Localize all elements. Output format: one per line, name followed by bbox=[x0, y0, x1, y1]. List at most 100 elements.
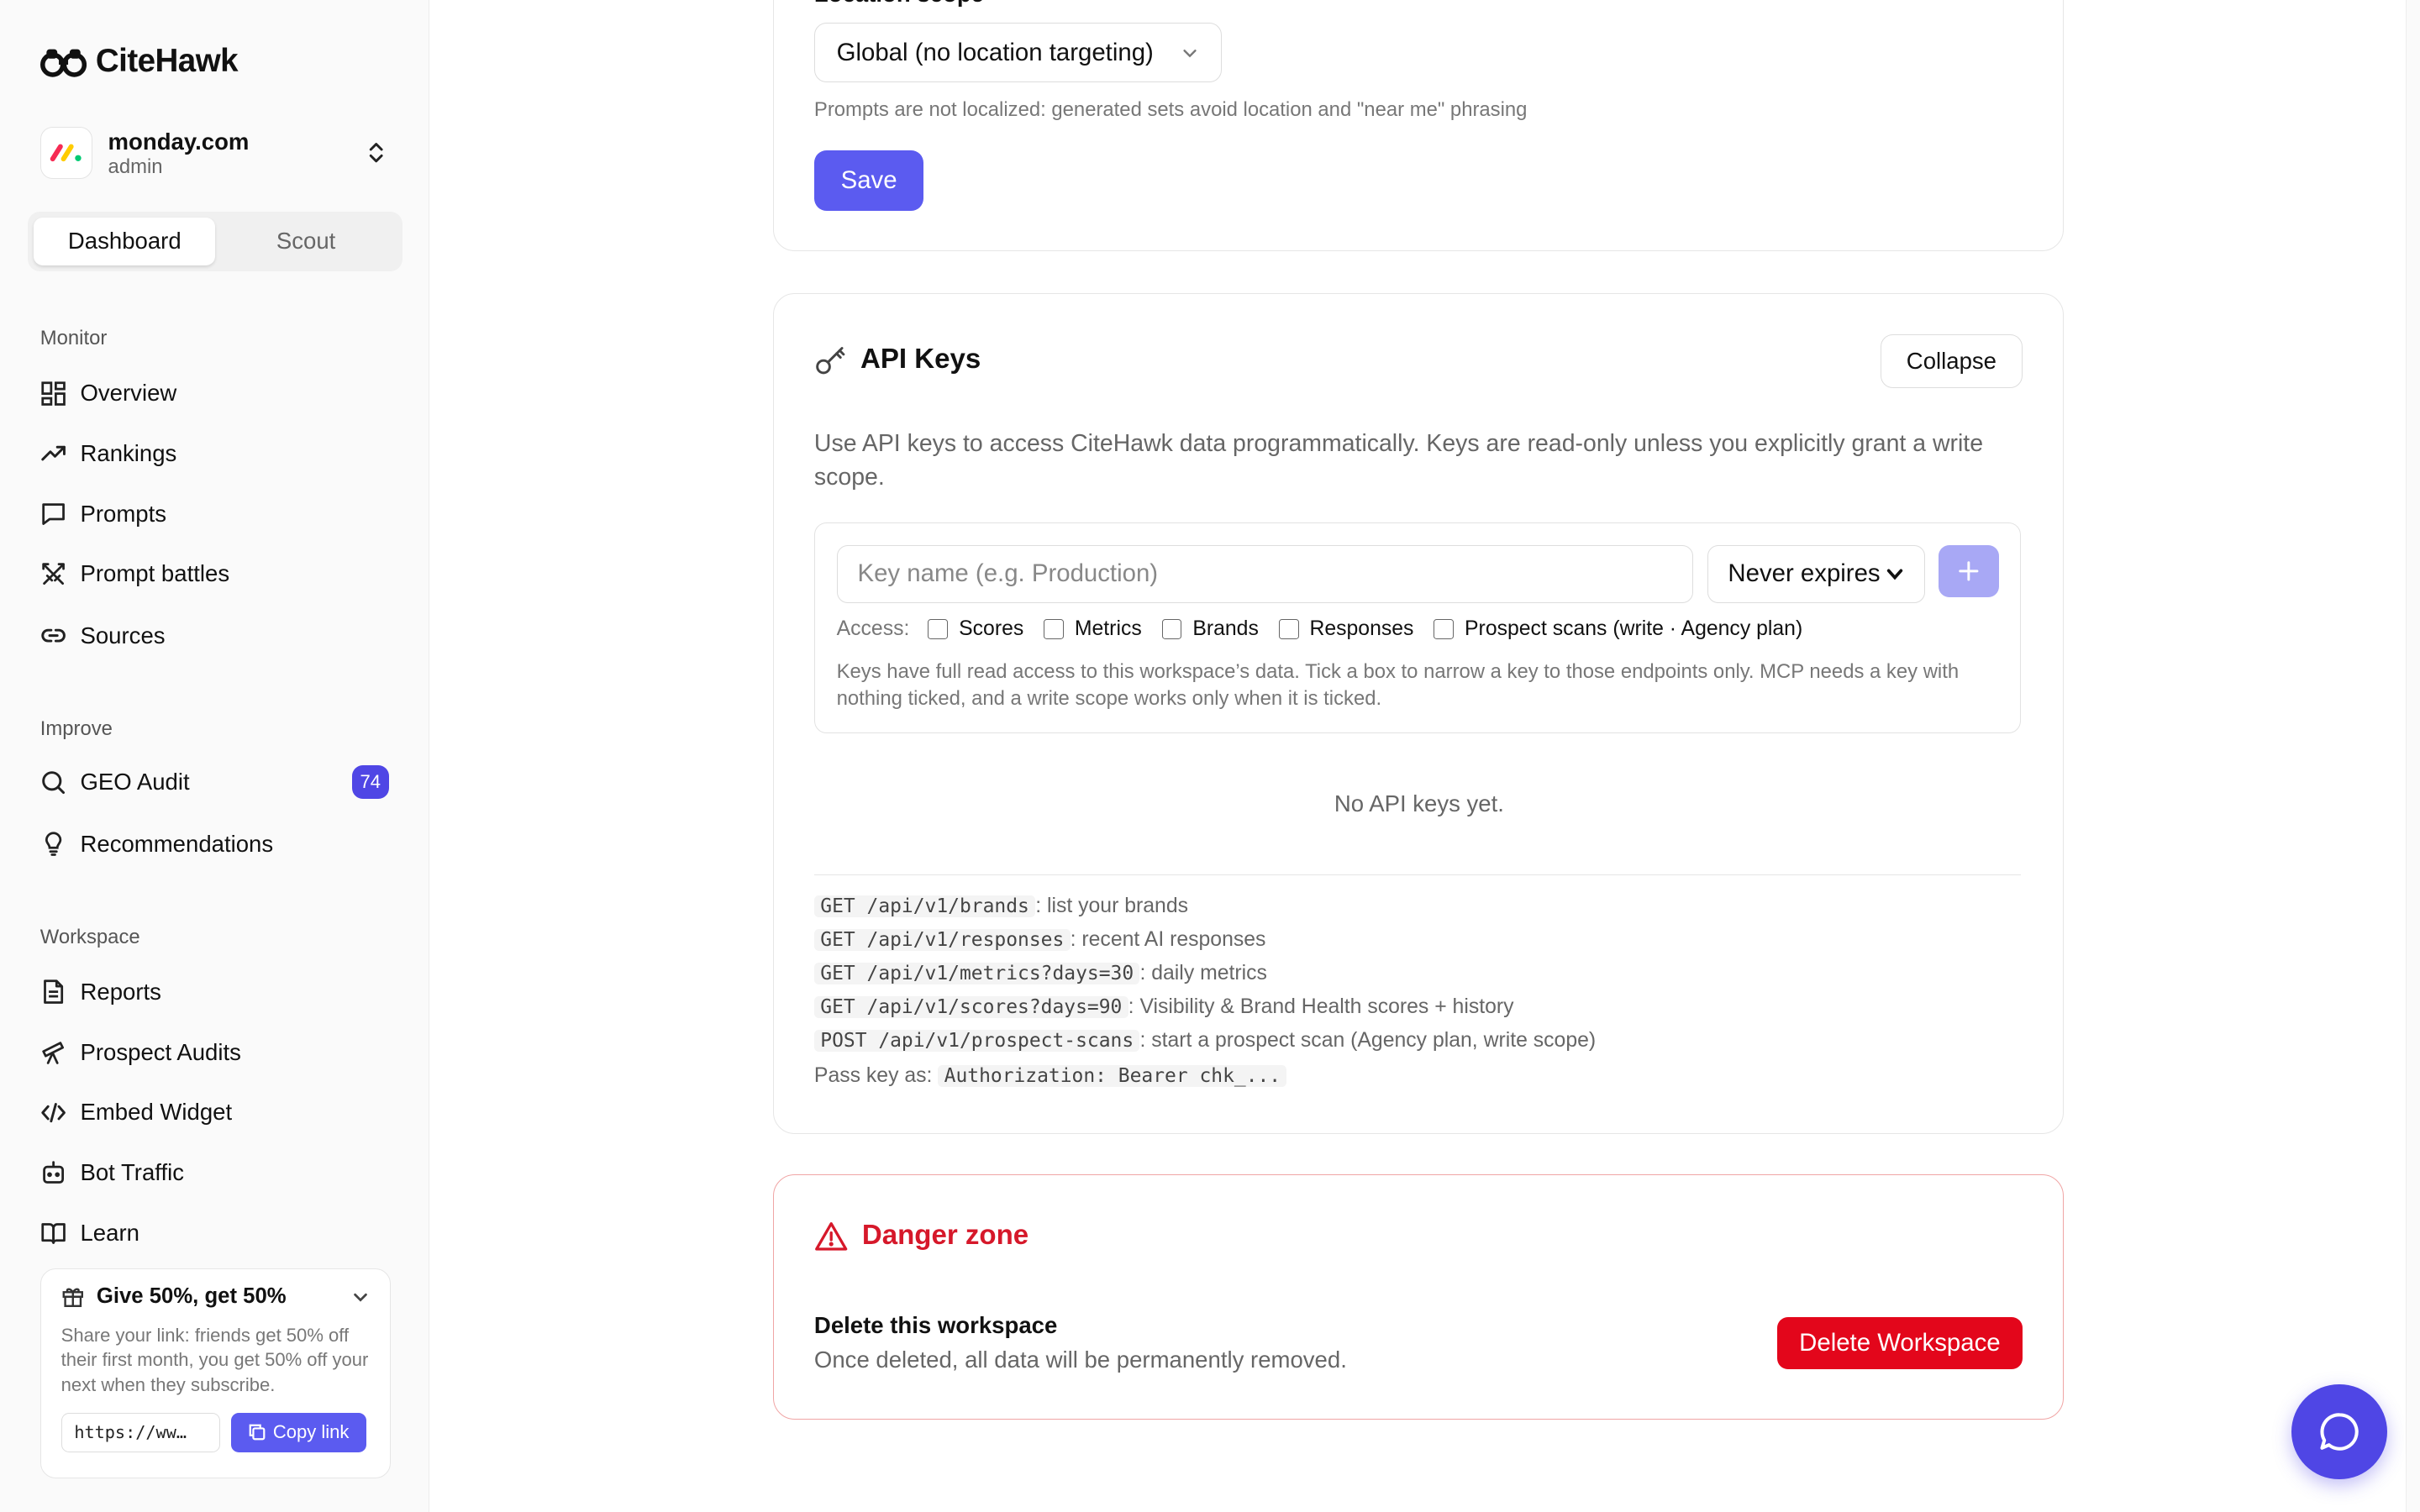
endpoint-item: GET /api/v1/metrics?days=30: daily metri… bbox=[813, 957, 1596, 990]
sidebar-item-reports[interactable]: Reports bbox=[40, 970, 398, 1013]
auth-hint: Pass key as: Authorization: Bearer chk_.… bbox=[814, 1064, 1596, 1088]
sidebar-item-prompt-battles[interactable]: Prompt battles bbox=[40, 553, 398, 596]
chat-button[interactable] bbox=[2291, 1383, 2388, 1480]
telescope-icon bbox=[42, 1042, 64, 1064]
sidebar-item-overview[interactable]: Overview bbox=[40, 372, 398, 415]
sidebar-item-learn[interactable]: Learn bbox=[40, 1211, 398, 1254]
book-open-icon bbox=[41, 1223, 66, 1244]
chevron-down-icon bbox=[1886, 569, 1902, 580]
api-keys-heading: API Keys bbox=[814, 344, 981, 376]
app-logo[interactable]: CiteHawk bbox=[39, 43, 239, 80]
app-name: CiteHawk bbox=[95, 43, 239, 80]
sidebar-item-label: Prompt battles bbox=[80, 560, 230, 587]
swords-icon bbox=[42, 562, 65, 585]
create-key-form: Never expires Access: Scores Metrics Bra… bbox=[813, 522, 2022, 734]
scope-note: Keys have full read access to this works… bbox=[836, 660, 1960, 710]
grid-icon bbox=[41, 381, 66, 406]
mode-switch: Dashboard Scout bbox=[28, 211, 403, 272]
endpoint-item: POST /api/v1/prospect-scans: start a pro… bbox=[813, 1024, 1596, 1058]
sidebar-item-label: Bot Traffic bbox=[80, 1158, 184, 1185]
sidebar-item-label: Embed Widget bbox=[80, 1099, 233, 1126]
api-keys-description: Use API keys to access CiteHawk data pro… bbox=[813, 429, 1984, 491]
sidebar-item-embed-widget[interactable]: Embed Widget bbox=[40, 1091, 398, 1134]
promo-description: Share your link: friends get 50% off the… bbox=[60, 1325, 369, 1395]
lightbulb-icon bbox=[45, 832, 62, 856]
sidebar-item-label: Reports bbox=[80, 978, 161, 1005]
empty-state: No API keys yet. bbox=[1334, 790, 1504, 817]
message-square-icon bbox=[42, 503, 65, 525]
copy-link-button[interactable]: Copy link bbox=[230, 1412, 367, 1453]
scope-scores-checkbox[interactable]: Scores bbox=[928, 617, 1023, 641]
key-name-input[interactable] bbox=[836, 544, 1693, 604]
sidebar-item-label: Prompts bbox=[80, 500, 167, 527]
chevron-down-icon bbox=[1183, 49, 1197, 57]
sidebar-item-label: Rankings bbox=[80, 439, 177, 466]
location-scope-select[interactable]: Global (no location targeting) bbox=[813, 22, 1222, 83]
delete-workspace-title: Delete this workspace bbox=[813, 1312, 1058, 1339]
chevrons-up-down-icon bbox=[370, 143, 384, 163]
referral-link-field[interactable]: https://ww… bbox=[60, 1412, 220, 1453]
divider bbox=[813, 874, 2022, 876]
scope-brands-checkbox[interactable]: Brands bbox=[1161, 617, 1259, 641]
key-icon bbox=[816, 346, 845, 375]
page: CiteHawk monday.com admin Dashboard Scou… bbox=[0, 0, 2420, 1512]
file-text-icon bbox=[43, 979, 63, 1005]
referral-promo: Give 50%, get 50% Share your link: frien… bbox=[39, 1268, 391, 1478]
endpoint-item: GET /api/v1/scores?days=90: Visibility &… bbox=[813, 990, 1596, 1024]
tab-scout[interactable]: Scout bbox=[215, 218, 397, 265]
search-icon bbox=[41, 770, 65, 794]
workspace-name: monday.com bbox=[108, 128, 250, 155]
scope-metrics-checkbox[interactable]: Metrics bbox=[1044, 617, 1142, 641]
expiry-select[interactable]: Never expires bbox=[1707, 544, 1925, 604]
binoculars-icon bbox=[39, 49, 87, 77]
api-keys-card: API Keys Collapse Use API keys to access… bbox=[773, 292, 2064, 1134]
chat-bubble-icon bbox=[2320, 1413, 2359, 1451]
section-workspace: Workspace bbox=[39, 926, 140, 949]
scope-prospect-scans-checkbox[interactable]: Prospect scans (write · Agency plan) bbox=[1434, 617, 1802, 641]
sidebar-item-label: Prospect Audits bbox=[80, 1038, 241, 1065]
workspace-role: admin bbox=[108, 155, 163, 178]
promo-toggle[interactable]: Give 50%, get 50% bbox=[61, 1283, 370, 1310]
sidebar-item-sources[interactable]: Sources bbox=[40, 614, 398, 657]
page-scrollbar[interactable] bbox=[2406, 0, 2420, 1512]
scope-responses-checkbox[interactable]: Responses bbox=[1278, 617, 1413, 641]
copy-icon bbox=[250, 1425, 266, 1441]
sidebar-item-geo-audit[interactable]: GEO Audit 74 bbox=[40, 760, 398, 803]
delete-workspace-button[interactable]: Delete Workspace bbox=[1776, 1316, 2023, 1370]
workspace-avatar bbox=[39, 126, 93, 180]
section-improve: Improve bbox=[39, 717, 113, 741]
tab-dashboard[interactable]: Dashboard bbox=[34, 217, 216, 265]
add-key-button[interactable] bbox=[1939, 544, 1999, 597]
bot-icon bbox=[42, 1161, 64, 1184]
sidebar: CiteHawk monday.com admin Dashboard Scou… bbox=[0, 0, 429, 1512]
collapse-button[interactable]: Collapse bbox=[1880, 333, 2023, 388]
sidebar-item-label: Overview bbox=[80, 380, 177, 407]
geo-audit-count-badge: 74 bbox=[351, 764, 389, 800]
sidebar-item-rankings[interactable]: Rankings bbox=[40, 432, 398, 475]
sidebar-item-label: Sources bbox=[80, 622, 166, 648]
save-button[interactable]: Save bbox=[813, 150, 924, 211]
workspace-switcher[interactable]: monday.com admin bbox=[39, 123, 398, 182]
location-scope-hint: Prompts are not localized: generated set… bbox=[813, 97, 1528, 121]
sidebar-item-bot-traffic[interactable]: Bot Traffic bbox=[40, 1151, 398, 1194]
access-scopes: Access: Scores Metrics Brands Responses … bbox=[837, 617, 1823, 641]
sidebar-item-prompts[interactable]: Prompts bbox=[40, 492, 398, 535]
gift-icon bbox=[62, 1288, 83, 1308]
location-scope-label: Location scope bbox=[814, 0, 984, 8]
sidebar-item-recommendations[interactable]: Recommendations bbox=[40, 822, 398, 865]
location-scope-card: Location scope Global (no location targe… bbox=[773, 0, 2064, 252]
sidebar-item-label: Learn bbox=[80, 1219, 139, 1246]
monday-logo-icon bbox=[50, 144, 82, 162]
sidebar-item-label: Recommendations bbox=[80, 830, 274, 857]
endpoint-item: GET /api/v1/responses: recent AI respons… bbox=[813, 923, 1596, 957]
access-label: Access: bbox=[836, 617, 910, 640]
sidebar-item-prospect-audits[interactable]: Prospect Audits bbox=[40, 1031, 398, 1074]
link-icon bbox=[41, 628, 66, 643]
endpoint-item: GET /api/v1/brands: list your brands bbox=[813, 890, 1596, 923]
danger-zone-card: Danger zone Delete this workspace Once d… bbox=[773, 1173, 2064, 1420]
promo-title: Give 50%, get 50% bbox=[96, 1284, 287, 1309]
chevron-down-icon bbox=[353, 1293, 367, 1302]
endpoint-list: GET /api/v1/brands: list your brands GET… bbox=[813, 890, 1596, 1088]
plus-icon bbox=[1959, 561, 1979, 581]
code-icon bbox=[41, 1102, 66, 1122]
